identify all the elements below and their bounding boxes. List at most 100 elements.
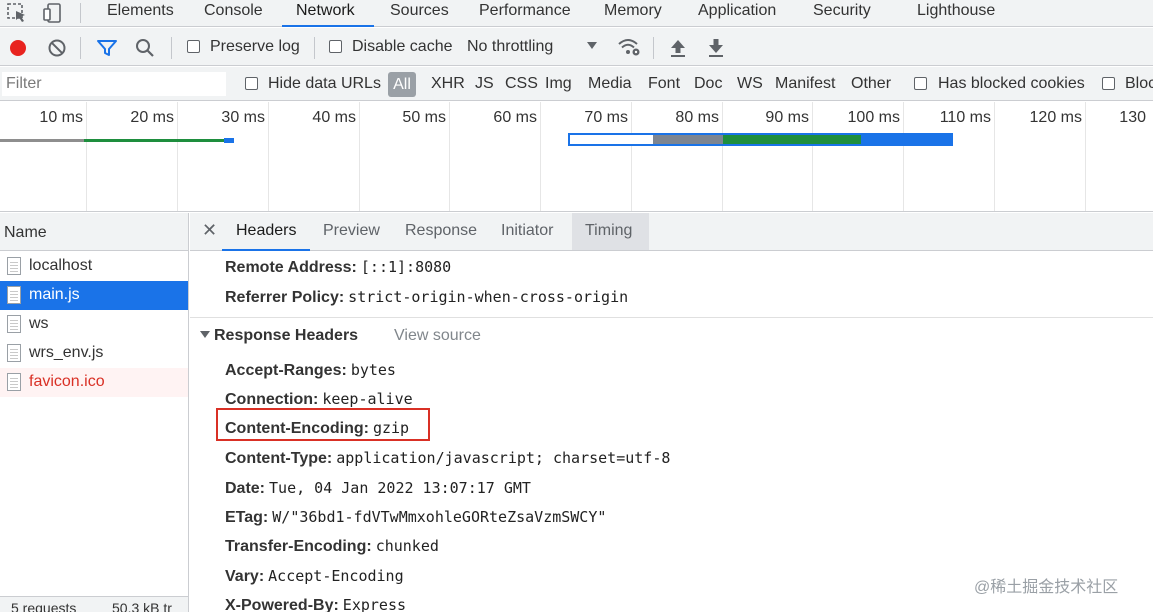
transferred-size: 50.3 kB tr: [112, 600, 172, 612]
tab-headers[interactable]: Headers: [236, 222, 296, 240]
blocked-requests-checkbox[interactable]: [1102, 77, 1115, 90]
header-key: Transfer-Encoding:: [225, 538, 372, 555]
header-key: Vary:: [225, 568, 265, 585]
tab-performance[interactable]: Performance: [479, 2, 571, 20]
preserve-log-checkbox[interactable]: [187, 40, 200, 53]
overview-tick-label: 30 ms: [221, 109, 265, 126]
request-row-localhost[interactable]: localhost: [0, 252, 188, 281]
header-key: Content-Type:: [225, 450, 333, 467]
view-source-link[interactable]: View source: [394, 327, 481, 345]
devtools-tab-bar: Elements Console Network Sources Perform…: [0, 0, 1153, 27]
tab-memory[interactable]: Memory: [604, 2, 662, 20]
tab-preview[interactable]: Preview: [323, 222, 380, 240]
overview-bar-end: [224, 138, 234, 143]
tab-network[interactable]: Network: [296, 2, 355, 20]
filter-bar: Hide data URLs All XHR JS CSS Img Media …: [0, 67, 1153, 101]
script-file-icon: [7, 344, 21, 362]
overview-bar-download: [84, 139, 224, 142]
overview-bar-waiting: [653, 135, 723, 144]
request-name: ws: [29, 315, 49, 332]
response-headers-section-toggle[interactable]: Response Headers: [200, 327, 358, 345]
tab-sources[interactable]: Sources: [390, 2, 449, 20]
hide-data-urls-checkbox[interactable]: [245, 77, 258, 90]
filter-input[interactable]: [2, 72, 226, 96]
header-row-referrer-policy: Referrer Policy: strict-origin-when-cross…: [225, 288, 628, 307]
header-key: ETag:: [225, 509, 269, 526]
tab-timing[interactable]: Timing: [585, 222, 632, 240]
import-har-icon[interactable]: [669, 38, 687, 58]
overview-bar-waiting: [0, 139, 84, 142]
chevron-down-icon[interactable]: [587, 42, 597, 50]
search-icon[interactable]: [135, 38, 155, 58]
image-file-icon: [7, 373, 21, 391]
tab-initiator[interactable]: Initiator: [501, 222, 553, 240]
header-row-date: Date: Tue, 04 Jan 2022 13:07:17 GMT: [225, 479, 531, 498]
type-filter-other[interactable]: Other: [851, 75, 891, 93]
clear-icon[interactable]: [47, 38, 67, 58]
header-key: X-Powered-By:: [225, 597, 339, 612]
overview-tick-label: 130: [1119, 109, 1146, 126]
type-filter-img[interactable]: Img: [545, 75, 572, 93]
has-blocked-cookies-checkbox[interactable]: [914, 77, 927, 90]
header-key: Accept-Ranges:: [225, 362, 347, 379]
header-value: strict-origin-when-cross-origin: [348, 288, 629, 306]
tab-security[interactable]: Security: [813, 2, 871, 20]
type-filter-doc[interactable]: Doc: [694, 75, 722, 93]
header-value: [::1]:8080: [360, 258, 452, 276]
type-filter-js[interactable]: JS: [475, 75, 494, 93]
network-overview[interactable]: 10 ms 20 ms 30 ms 40 ms 50 ms 60 ms 70 m…: [0, 102, 1153, 212]
overview-tick-label: 70 ms: [584, 109, 628, 126]
header-value: Accept-Encoding: [268, 567, 404, 585]
overview-tick-label: 100 ms: [847, 109, 900, 126]
header-value: chunked: [375, 537, 439, 555]
has-blocked-cookies-label: Has blocked cookies: [938, 75, 1085, 92]
tab-console[interactable]: Console: [204, 2, 263, 20]
filter-icon[interactable]: [96, 38, 118, 58]
header-row-accept-ranges: Accept-Ranges: bytes: [225, 361, 396, 380]
type-filter-xhr[interactable]: XHR: [431, 75, 465, 93]
header-key: Connection:: [225, 391, 319, 408]
disable-cache-checkbox[interactable]: [329, 40, 342, 53]
request-row-ws[interactable]: ws: [0, 310, 188, 339]
close-icon[interactable]: ✕: [202, 220, 217, 241]
request-name: favicon.ico: [29, 373, 105, 390]
overview-tick-label: 80 ms: [675, 109, 719, 126]
throttling-select[interactable]: No throttling: [467, 38, 553, 56]
overview-bar-download: [723, 135, 861, 144]
header-value: W/"36bd1-fdVTwMmxohleGORteZsaVzmSWCY": [272, 508, 607, 526]
tab-lighthouse[interactable]: Lighthouse: [917, 2, 995, 20]
document-file-icon: [7, 257, 21, 275]
overview-tick-label: 110 ms: [939, 109, 991, 126]
record-icon[interactable]: [8, 38, 28, 58]
type-filter-font[interactable]: Font: [648, 75, 680, 93]
type-filter-media[interactable]: Media: [588, 75, 632, 93]
request-row-favicon[interactable]: favicon.ico: [0, 368, 188, 397]
active-detail-tab-indicator: [222, 249, 310, 251]
active-tab-indicator: [282, 25, 374, 27]
type-filter-css[interactable]: CSS: [505, 75, 538, 93]
detail-tab-bar: ✕ Headers Preview Response Initiator Tim…: [190, 213, 1153, 251]
request-list: Name localhost main.js ws wrs_env.js fav…: [0, 213, 189, 612]
type-filter-manifest[interactable]: Manifest: [775, 75, 835, 93]
section-title-label: Response Headers: [214, 327, 359, 344]
tab-application[interactable]: Application: [698, 2, 776, 20]
type-filter-all[interactable]: All: [388, 72, 416, 97]
overview-tick-label: 50 ms: [402, 109, 446, 126]
request-row-main-js[interactable]: main.js: [0, 281, 188, 310]
request-name: localhost: [29, 257, 93, 274]
export-har-icon[interactable]: [707, 38, 725, 58]
watermark-text: @稀土掘金技术社区: [974, 579, 1119, 596]
request-row-wrs-env-js[interactable]: wrs_env.js: [0, 339, 188, 368]
network-status-bar: 5 requests 50.3 kB tr: [0, 596, 188, 612]
highlight-annotation-box: [216, 408, 430, 441]
device-toolbar-icon[interactable]: [42, 2, 64, 24]
inspect-element-icon[interactable]: [6, 2, 28, 24]
websocket-file-icon: [7, 315, 21, 333]
name-column-header[interactable]: Name: [0, 213, 188, 251]
tab-response[interactable]: Response: [405, 222, 477, 240]
type-filter-ws[interactable]: WS: [737, 75, 763, 93]
network-conditions-icon[interactable]: [617, 37, 641, 57]
tab-elements[interactable]: Elements: [107, 2, 174, 20]
header-value: keep-alive: [322, 390, 413, 408]
disable-cache-label: Disable cache: [352, 38, 453, 55]
